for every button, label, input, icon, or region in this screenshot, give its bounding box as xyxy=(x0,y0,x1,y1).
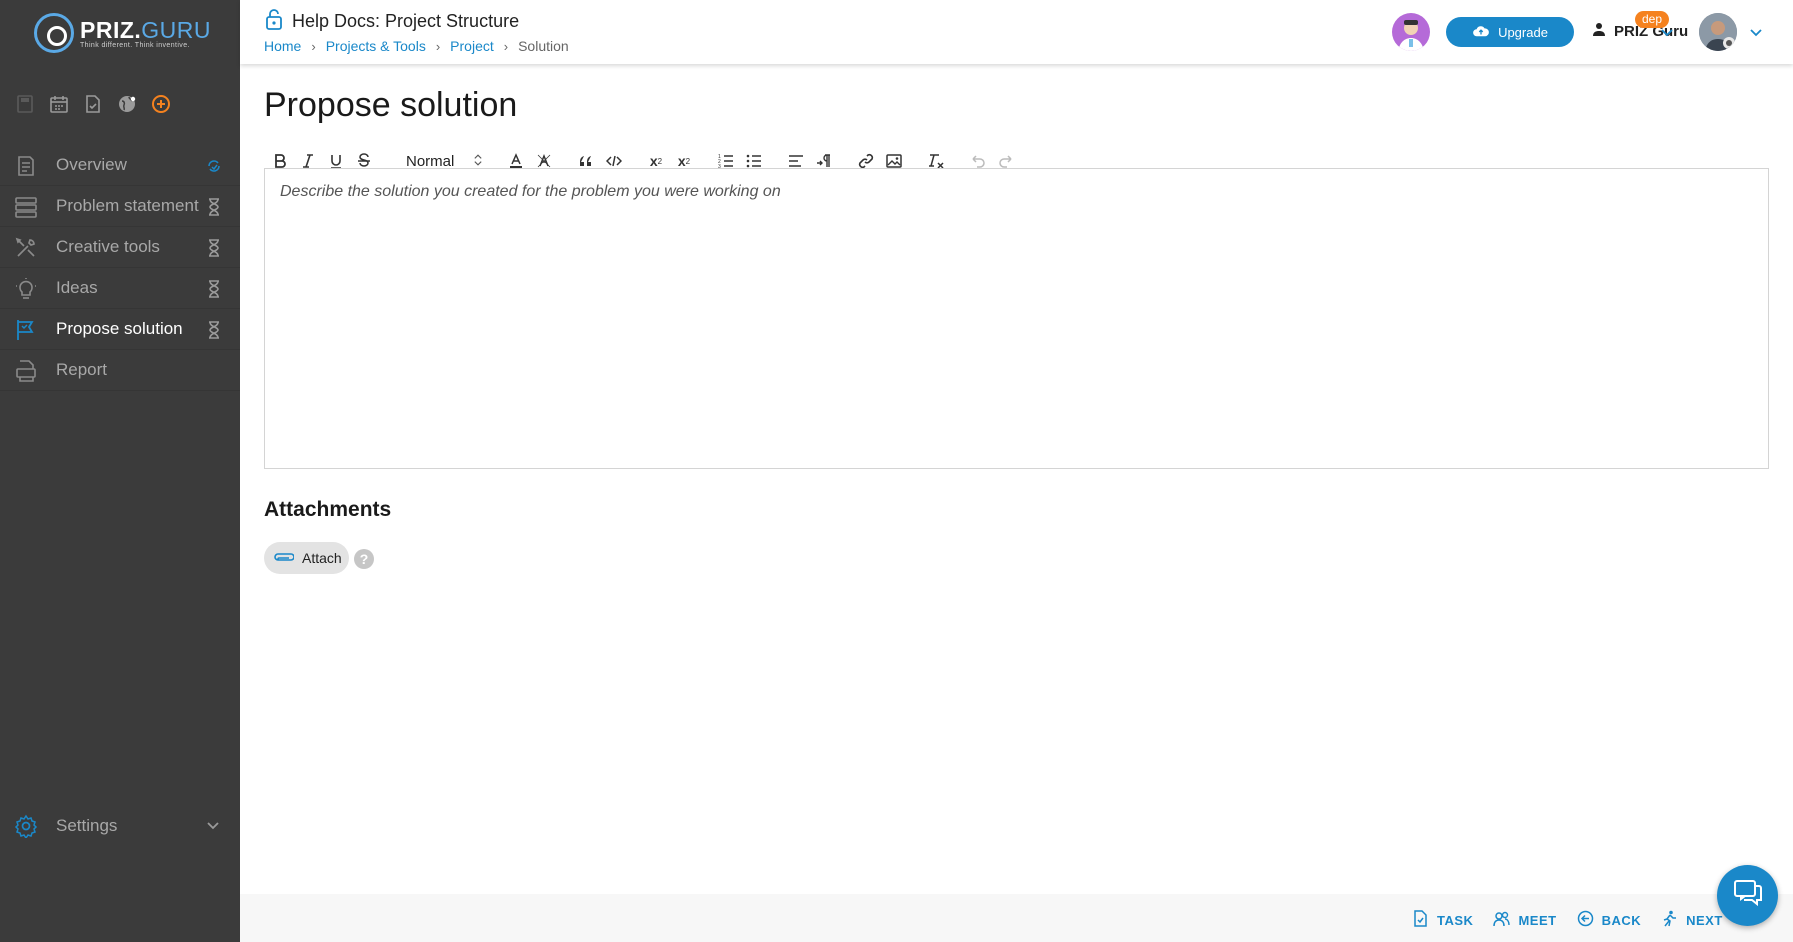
sidebar-item-label: Creative tools xyxy=(56,237,160,256)
attach-button[interactable]: Attach xyxy=(264,542,349,574)
task-button[interactable]: TASK xyxy=(1412,910,1473,930)
lock-icon xyxy=(265,8,283,30)
sidebar-nav: Overview Problem statement Creative tool… xyxy=(0,145,240,391)
globe-icon[interactable] xyxy=(116,93,138,115)
footer-actions: TASK MEET BACK NEXT xyxy=(1412,910,1723,930)
calendar-icon[interactable] xyxy=(48,93,70,115)
solution-editor[interactable]: Describe the solution you created for th… xyxy=(264,168,1769,469)
gear-icon xyxy=(14,814,38,840)
overview-icon xyxy=(14,154,38,178)
project-title: Help Docs: Project Structure xyxy=(292,11,520,31)
breadcrumb-projects-link[interactable]: Projects & Tools xyxy=(326,38,426,54)
breadcrumb-separator-icon: › xyxy=(503,38,509,54)
logo-mark-icon xyxy=(34,13,74,53)
top-header: Help Docs: Project Structure Home › Proj… xyxy=(240,0,1793,64)
hourglass-icon xyxy=(206,239,222,257)
flag-icon xyxy=(14,318,38,342)
settings-label: Settings xyxy=(56,816,118,835)
upgrade-label: Upgrade xyxy=(1498,24,1548,40)
sidebar-item-problem-statement[interactable]: Problem statement xyxy=(0,186,240,227)
editor-placeholder: Describe the solution you created for th… xyxy=(280,183,781,200)
attach-label: Attach xyxy=(302,550,342,566)
app-logo[interactable]: PRIZ.GURU Think different. Think inventi… xyxy=(34,10,214,56)
attachments-heading: Attachments xyxy=(264,498,392,521)
add-circle-icon[interactable] xyxy=(150,93,172,115)
upgrade-button[interactable]: Upgrade xyxy=(1446,17,1574,47)
sidebar-item-settings[interactable]: Settings xyxy=(0,806,240,846)
quick-actions xyxy=(14,93,172,115)
sidebar-item-overview[interactable]: Overview xyxy=(0,145,240,186)
help-icon[interactable]: ? xyxy=(354,549,374,569)
main-content: Propose solution Normal x2 x2 123 Descri… xyxy=(240,64,1793,894)
user-avatar[interactable] xyxy=(1699,13,1737,51)
task-file-icon[interactable] xyxy=(82,93,104,115)
hourglass-icon xyxy=(206,198,222,216)
assistant-avatar[interactable] xyxy=(1392,13,1430,51)
walking-person-icon xyxy=(1661,910,1678,930)
sync-icon xyxy=(206,157,222,175)
sidebar-item-ideas[interactable]: Ideas xyxy=(0,268,240,309)
save-icon[interactable] xyxy=(14,93,36,115)
people-icon xyxy=(1493,910,1511,930)
problem-statement-icon xyxy=(14,195,38,219)
chevron-down-icon xyxy=(206,818,220,832)
sidebar-item-label: Problem statement xyxy=(56,196,199,215)
sidebar-item-creative-tools[interactable]: Creative tools xyxy=(0,227,240,268)
paperclip-icon xyxy=(272,550,295,567)
next-button[interactable]: NEXT xyxy=(1661,910,1723,930)
pdf-report-icon xyxy=(14,359,38,383)
cloud-upgrade-icon xyxy=(1472,24,1490,41)
breadcrumb-separator-icon: › xyxy=(435,38,441,54)
lightbulb-icon xyxy=(14,277,38,301)
breadcrumb-separator-icon: › xyxy=(311,38,316,54)
meet-button[interactable]: MEET xyxy=(1493,910,1556,930)
select-arrows-icon xyxy=(474,153,482,170)
page-title: Propose solution xyxy=(264,86,518,124)
logo-name: PRIZ.GURU xyxy=(80,16,212,43)
sidebar-item-label: Propose solution xyxy=(56,319,183,338)
footer-bar: TASK MEET BACK NEXT xyxy=(240,894,1793,942)
sidebar-item-label: Ideas xyxy=(56,278,98,297)
breadcrumb-project-link[interactable]: Project xyxy=(450,38,494,54)
arrow-left-circle-icon xyxy=(1577,910,1594,930)
task-file-icon xyxy=(1412,910,1429,930)
person-icon xyxy=(1592,22,1606,40)
back-button[interactable]: BACK xyxy=(1577,910,1642,930)
breadcrumb: Home › Projects & Tools › Project › Solu… xyxy=(264,38,569,54)
hourglass-icon xyxy=(206,280,222,298)
sidebar-item-label: Overview xyxy=(56,155,127,174)
chat-icon xyxy=(1732,877,1764,914)
sidebar-item-report[interactable]: Report xyxy=(0,350,240,391)
tools-icon xyxy=(14,236,38,260)
chevron-down-icon[interactable] xyxy=(1749,26,1763,38)
hourglass-icon xyxy=(206,321,222,339)
chat-button[interactable] xyxy=(1717,865,1778,926)
sidebar-item-label: Report xyxy=(56,360,108,379)
breadcrumb-home-link[interactable]: Home xyxy=(264,38,301,54)
breadcrumb-current: Solution xyxy=(518,38,569,54)
logo-tagline: Think different. Think inventive. xyxy=(80,41,190,49)
sidebar-item-propose-solution[interactable]: Propose solution xyxy=(0,309,240,350)
chevron-down-icon[interactable] xyxy=(1660,26,1674,38)
sidebar: PRIZ.GURU Think different. Think inventi… xyxy=(0,0,240,942)
